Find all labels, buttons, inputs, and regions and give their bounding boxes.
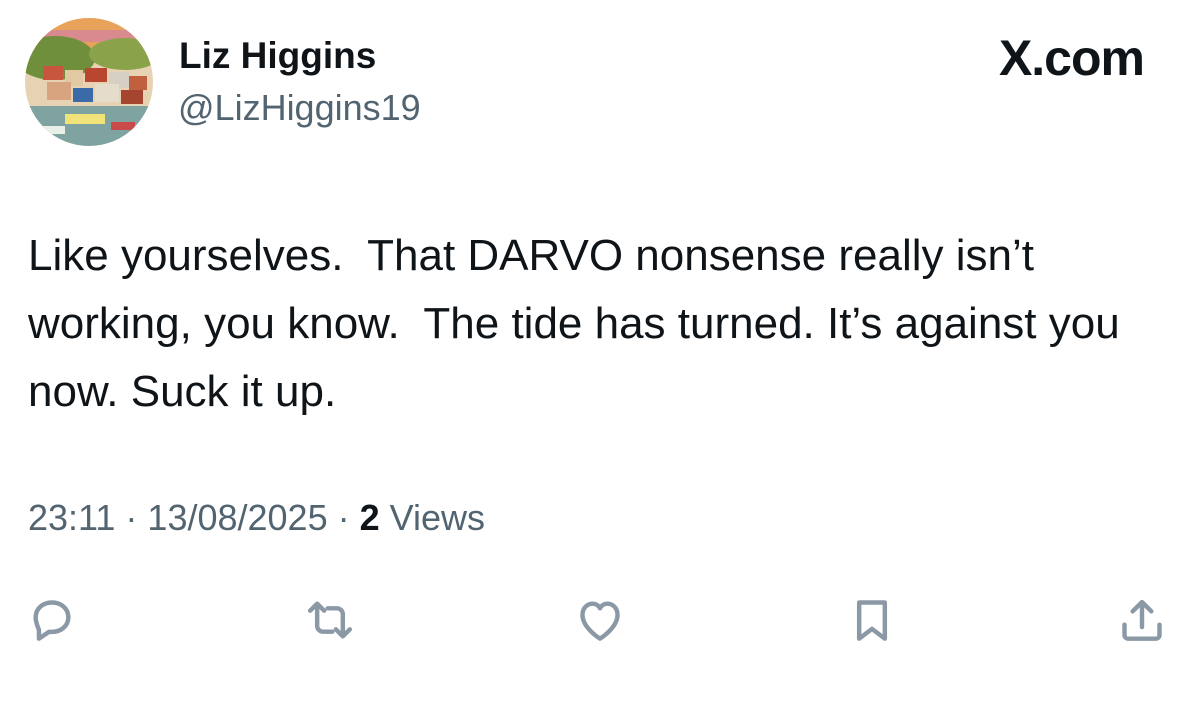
retweet-icon — [307, 601, 353, 639]
share-icon — [1122, 599, 1162, 641]
display-name[interactable]: Liz Higgins — [179, 34, 376, 78]
tweet-date[interactable]: 13/08/2025 — [147, 497, 327, 538]
retweet-button[interactable] — [300, 590, 360, 650]
like-button[interactable] — [570, 590, 630, 650]
user-handle[interactable]: @LizHiggins19 — [178, 86, 421, 130]
heart-icon — [580, 601, 620, 641]
meta-separator: · — [115, 497, 148, 538]
bookmark-button[interactable] — [842, 590, 902, 650]
bookmark-icon — [856, 600, 888, 641]
tweet-meta: 23:11 · 13/08/2025 · 2 Views — [28, 496, 485, 540]
views-count[interactable]: 2 — [360, 497, 380, 538]
x-com-watermark: X.com — [998, 30, 1145, 86]
avatar[interactable] — [25, 18, 153, 146]
meta-separator: · — [327, 497, 360, 538]
reply-button[interactable] — [22, 590, 82, 650]
tweet-text: Like yourselves. That DARVO nonsense rea… — [28, 231, 1132, 416]
share-button[interactable] — [1112, 590, 1172, 650]
views-label[interactable]: Views — [380, 497, 485, 538]
tweet-time[interactable]: 23:11 — [28, 497, 115, 538]
reply-icon — [33, 600, 71, 641]
avatar-image — [25, 18, 153, 146]
